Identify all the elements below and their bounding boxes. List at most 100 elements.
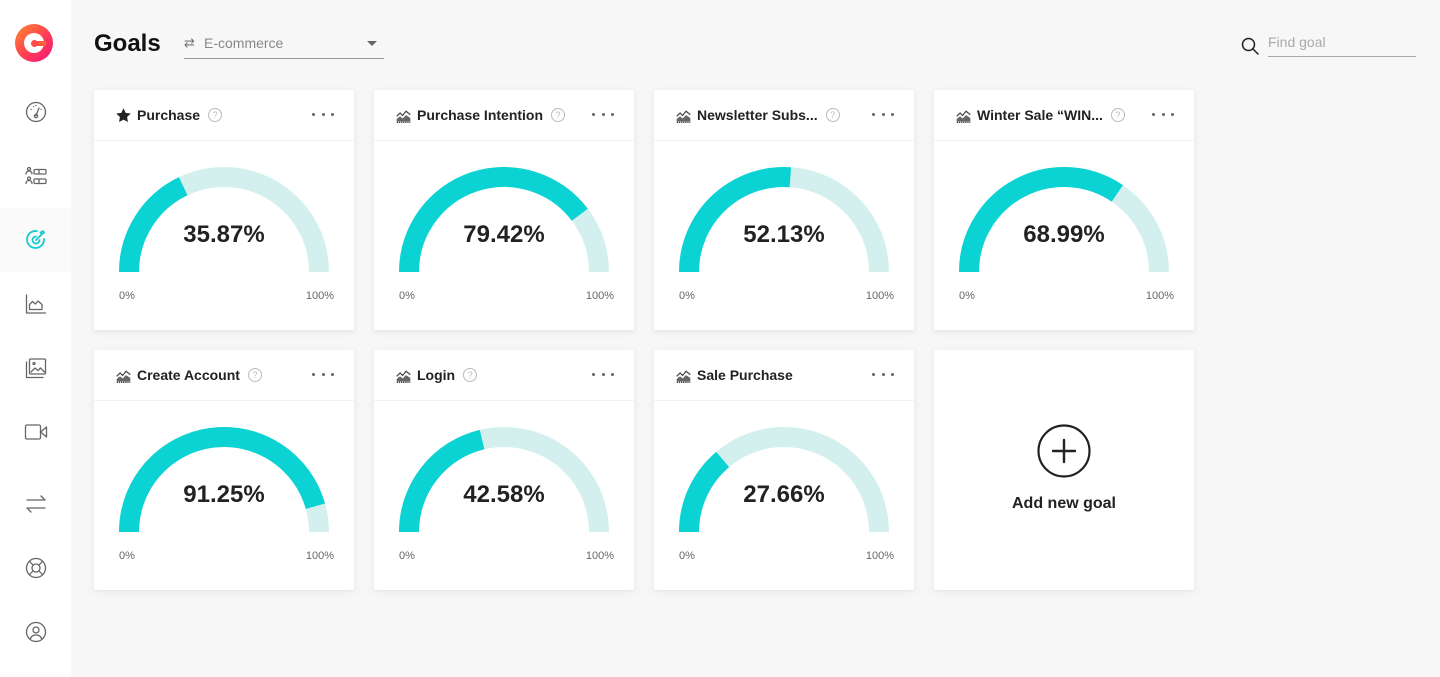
lifebuoy-icon <box>25 557 46 579</box>
goal-card[interactable]: Sale Purchase 27.66% 0% 100% <box>654 350 914 590</box>
find-goal-input[interactable] <box>1268 32 1416 57</box>
gauge-min-label: 0% <box>679 550 695 562</box>
dot <box>312 112 315 116</box>
user-circle-icon <box>25 621 46 643</box>
swap-icon: ⇄ <box>184 35 195 50</box>
gauge-max-label: 100% <box>585 290 614 302</box>
gauge-max-label: 100% <box>865 290 894 302</box>
sidebar-item-heatmaps[interactable] <box>0 336 71 400</box>
gauge-value: 42.58% <box>463 481 545 508</box>
sidebar-item-visitors[interactable] <box>0 144 71 208</box>
dot <box>1171 112 1174 116</box>
goal-card[interactable]: Newsletter Subs...? 52.13% 0% 100% <box>654 90 914 330</box>
help-icon[interactable]: ? <box>551 108 566 122</box>
dot <box>321 112 325 116</box>
dot <box>592 112 595 116</box>
more-options-button[interactable] <box>312 106 334 122</box>
star-icon <box>116 107 131 122</box>
goal-title[interactable]: Create Account <box>137 367 240 383</box>
gauge-value: 35.87% <box>183 221 265 248</box>
sidebar-item-account[interactable] <box>0 600 71 664</box>
video-icon <box>24 424 47 440</box>
more-options-button[interactable] <box>592 106 614 122</box>
sidebar-item-goals[interactable] <box>0 208 71 272</box>
help-icon[interactable]: ? <box>1110 108 1125 122</box>
chart-icon <box>396 109 411 123</box>
add-new-goal-label: Add new goal <box>1012 495 1116 512</box>
target-icon <box>25 230 45 249</box>
gauge-min-label: 0% <box>119 290 135 302</box>
goal-card[interactable]: Winter Sale “WIN...? 68.99% 0% 100% <box>934 90 1194 330</box>
dot <box>881 112 885 116</box>
sidebar-item-analytics[interactable] <box>0 272 71 336</box>
chart-icon <box>956 109 971 123</box>
user-list-icon <box>24 166 47 185</box>
dot <box>601 372 605 376</box>
goal-card[interactable]: Purchase? 35.87% 0% 100% <box>94 90 354 330</box>
dot <box>1152 112 1155 116</box>
goal-card[interactable]: Login? 42.58% 0% 100% <box>374 350 634 590</box>
area-chart-icon <box>25 294 46 314</box>
goal-card[interactable]: Create Account? 91.25% 0% 100% <box>94 350 354 590</box>
gauge-min-label: 0% <box>119 550 135 562</box>
help-icon[interactable]: ? <box>247 368 262 382</box>
chart-icon <box>676 369 691 383</box>
sidebar-item-support[interactable] <box>0 536 71 600</box>
swap-icon <box>25 495 46 513</box>
sidebar-item-funnels[interactable] <box>0 472 71 536</box>
sidebar <box>0 0 71 677</box>
dot <box>331 112 334 116</box>
gauge-min-label: 0% <box>959 290 975 302</box>
help-icon[interactable]: ? <box>825 108 840 122</box>
site-selector[interactable]: ⇄ E-commerce <box>184 32 384 59</box>
dot <box>872 372 875 376</box>
goal-title[interactable]: Purchase <box>137 107 200 123</box>
page-title: Goals <box>94 30 161 57</box>
add-new-goal-card[interactable]: Add new goal <box>934 350 1194 590</box>
help-icon[interactable]: ? <box>208 108 223 122</box>
dot <box>592 372 595 376</box>
dot <box>611 112 614 116</box>
gauge-max-label: 100% <box>865 550 894 562</box>
images-icon <box>25 358 46 379</box>
chart-icon <box>396 369 411 383</box>
help-icon[interactable]: ? <box>463 368 478 382</box>
plus-circle-icon <box>1037 424 1091 478</box>
goal-card[interactable]: Purchase Intention? 79.42% 0% 100% <box>374 90 634 330</box>
goal-title[interactable]: Sale Purchase <box>697 367 793 383</box>
dot <box>891 372 894 376</box>
more-options-button[interactable] <box>1152 106 1174 122</box>
gauge-min-label: 0% <box>679 290 695 302</box>
dot <box>601 112 605 116</box>
dot <box>872 112 875 116</box>
gauge-value: 79.42% <box>463 221 545 248</box>
gauge-value: 52.13% <box>743 221 825 248</box>
more-options-button[interactable] <box>872 366 894 382</box>
more-options-button[interactable] <box>872 106 894 122</box>
dot <box>881 372 885 376</box>
goal-title[interactable]: Newsletter Subs... <box>697 107 818 123</box>
goal-card-header: Purchase Intention? <box>374 90 634 141</box>
app-logo[interactable] <box>15 24 53 62</box>
more-options-button[interactable] <box>592 366 614 382</box>
chevron-down-icon <box>367 40 377 46</box>
dot <box>611 372 614 376</box>
site-selector-value: E-commerce <box>204 35 284 51</box>
goal-card-header: Sale Purchase <box>654 350 914 401</box>
gauge-icon <box>25 101 46 123</box>
gauge-min-label: 0% <box>399 290 415 302</box>
goal-title[interactable]: Login <box>417 367 455 383</box>
goal-title[interactable]: Winter Sale “WIN... <box>977 107 1103 123</box>
gauge-max-label: 100% <box>305 550 334 562</box>
goal-card-header: Login? <box>374 350 634 401</box>
sidebar-item-recordings[interactable] <box>0 400 71 464</box>
more-options-button[interactable] <box>312 366 334 382</box>
sidebar-item-dashboard[interactable] <box>0 80 71 144</box>
goal-card-header: Create Account? <box>94 350 354 401</box>
dot <box>331 372 334 376</box>
dot <box>312 372 315 376</box>
search-icon[interactable] <box>1241 37 1259 55</box>
gauge-value: 91.25% <box>183 481 265 508</box>
goal-title[interactable]: Purchase Intention <box>417 107 543 123</box>
gauge-max-label: 100% <box>585 550 614 562</box>
